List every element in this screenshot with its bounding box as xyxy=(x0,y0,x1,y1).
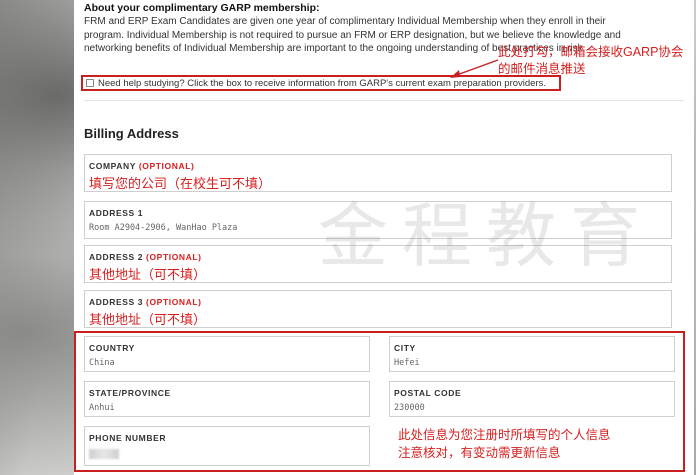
city-value: Hefei xyxy=(394,358,420,368)
section-divider xyxy=(84,100,684,101)
company-optional-tag: (OPTIONAL) xyxy=(138,161,195,171)
address3-note: 其他地址（可不填） xyxy=(89,312,207,327)
address2-optional-tag: (OPTIONAL) xyxy=(146,252,202,262)
phone-field[interactable]: PHONE NUMBER xyxy=(84,426,370,466)
study-help-checkbox[interactable] xyxy=(86,79,94,87)
study-help-row: Need help studying? Click the box to rec… xyxy=(81,75,561,91)
billing-section-title: Billing Address xyxy=(84,126,179,141)
country-value: China xyxy=(89,358,115,368)
annotation-line-2: 注意核对，有变动需更新信息 xyxy=(398,446,561,460)
company-field[interactable]: COMPANY (OPTIONAL) 填写您的公司（在校生可不填） xyxy=(84,154,672,192)
postal-code-value: 230000 xyxy=(394,403,425,413)
address2-field[interactable]: ADDRESS 2 (OPTIONAL) 其他地址（可不填） xyxy=(84,245,672,283)
address1-value: Room A2904-2906, WanHao Plaza xyxy=(89,223,238,233)
country-label: COUNTRY xyxy=(89,343,135,353)
annotation-line-1: 此处信息为您注册时所填写的个人信息 xyxy=(398,428,611,442)
address2-label: ADDRESS 2 xyxy=(89,252,144,262)
state-value: Anhui xyxy=(89,403,115,413)
address3-optional-tag: (OPTIONAL) xyxy=(146,297,202,307)
city-field[interactable]: CITY Hefei xyxy=(389,336,675,372)
membership-title: About your complimentary GARP membership… xyxy=(84,2,320,14)
annotation-checkbox-note: 此处打勾，邮箱会接收GARP协会的邮件消息推送 xyxy=(498,45,684,76)
address3-field[interactable]: ADDRESS 3 (OPTIONAL) 其他地址（可不填） xyxy=(84,290,672,328)
phone-label: PHONE NUMBER xyxy=(89,433,167,443)
study-help-label[interactable]: Need help studying? Click the box to rec… xyxy=(98,78,546,89)
postal-code-label: POSTAL CODE xyxy=(394,388,462,398)
country-field[interactable]: COUNTRY China xyxy=(84,336,370,372)
company-note: 填写您的公司（在校生可不填） xyxy=(89,176,272,191)
state-field[interactable]: STATE/PROVINCE Anhui xyxy=(84,381,370,417)
state-label: STATE/PROVINCE xyxy=(89,388,171,398)
address1-label: ADDRESS 1 xyxy=(89,208,144,218)
postal-code-field[interactable]: POSTAL CODE 230000 xyxy=(389,381,675,417)
company-label: COMPANY xyxy=(89,161,136,171)
city-label: CITY xyxy=(394,343,416,353)
address2-note: 其他地址（可不填） xyxy=(89,267,207,282)
address3-label: ADDRESS 3 xyxy=(89,297,144,307)
address1-field[interactable]: ADDRESS 1 Room A2904-2906, WanHao Plaza xyxy=(84,201,672,239)
annotation-personal-info: 此处信息为您注册时所填写的个人信息 注意核对，有变动需更新信息 xyxy=(398,426,611,462)
phone-value-redacted xyxy=(89,449,119,459)
